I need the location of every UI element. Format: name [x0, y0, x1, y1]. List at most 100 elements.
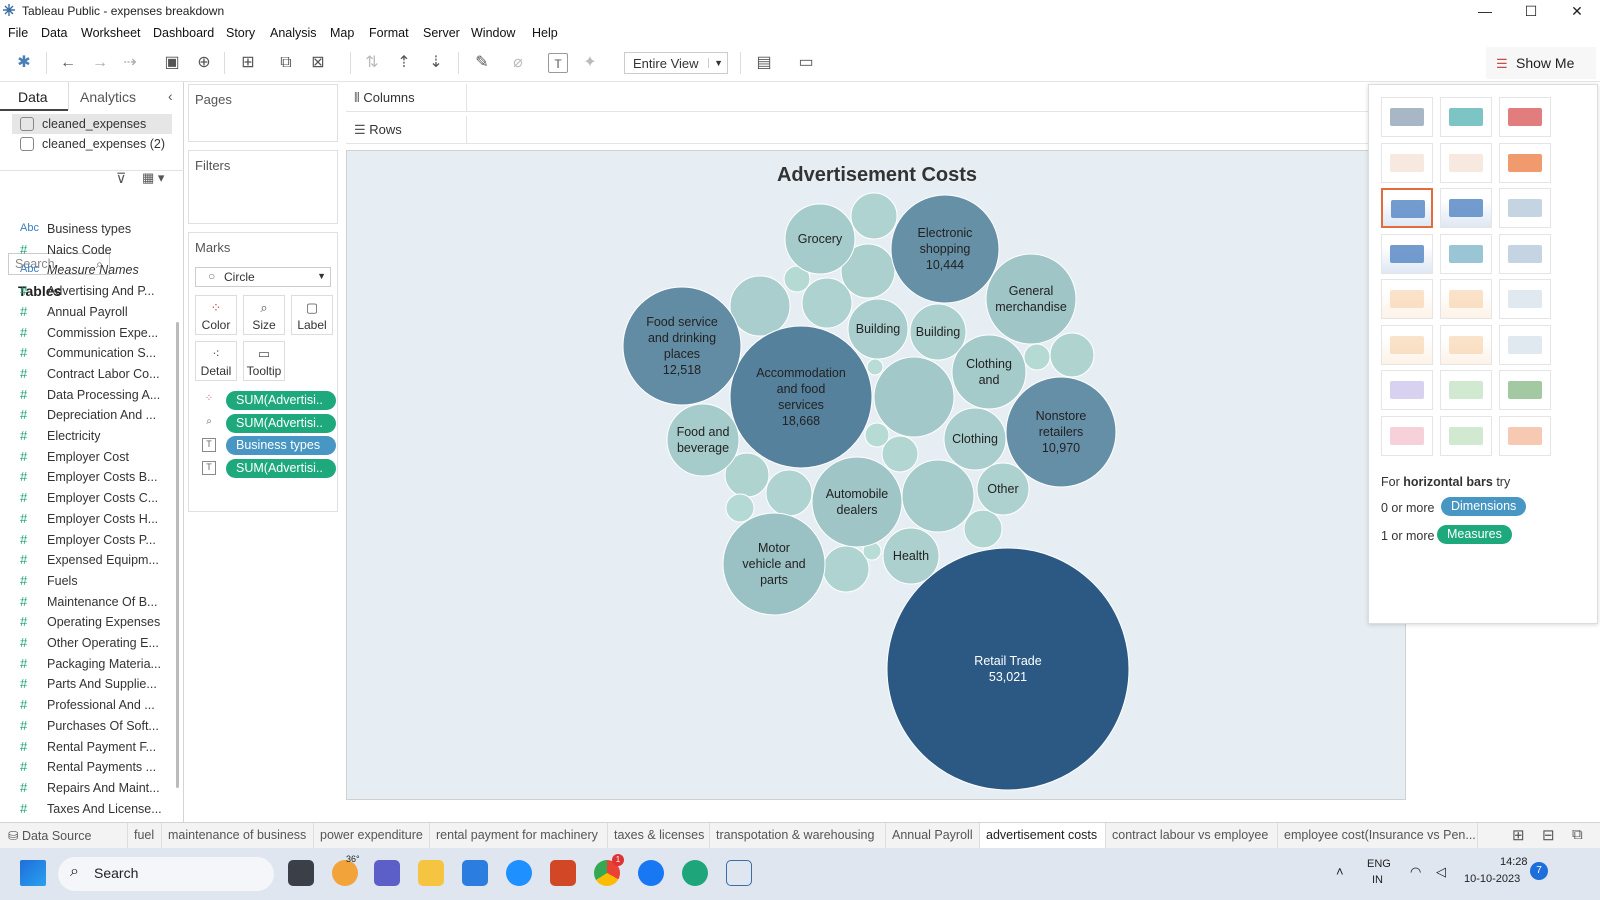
redo-icon[interactable]: → — [90, 53, 110, 73]
bubble-mark[interactable] — [666, 403, 740, 477]
bubble-mark[interactable] — [886, 547, 1130, 791]
menu-map[interactable]: Map — [330, 26, 354, 40]
bubble-mark[interactable] — [822, 545, 870, 593]
bubble-mark[interactable] — [866, 358, 884, 376]
chart-type-option[interactable] — [1440, 233, 1492, 274]
chart-type-option[interactable] — [1381, 142, 1433, 183]
field-item[interactable]: # Communication S... — [14, 344, 164, 364]
chart-type-option[interactable] — [1381, 279, 1433, 319]
powerpoint-icon[interactable] — [550, 860, 576, 886]
pin-icon[interactable]: ✦ — [580, 53, 600, 73]
sheet-tab[interactable]: employee cost(Insurance vs Pen... — [1278, 823, 1478, 848]
field-item[interactable]: # Contract Labor Co... — [14, 365, 164, 385]
new-story-icon[interactable]: ⧉ — [1572, 826, 1583, 843]
mark-type-dropdown[interactable]: ○ Circle ▼ — [195, 267, 331, 287]
menu-data[interactable]: Data — [41, 26, 67, 40]
chart-type-option[interactable] — [1499, 279, 1551, 319]
chart-type-option[interactable] — [1381, 233, 1433, 274]
bubble-mark[interactable] — [901, 459, 975, 533]
bubble-mark[interactable] — [729, 325, 873, 469]
sheet-tab[interactable]: contract labour vs employee — [1106, 823, 1278, 848]
view-options-icon[interactable]: ▦ ▾ — [142, 170, 164, 186]
chart-type-option[interactable] — [1440, 279, 1492, 319]
field-item[interactable]: # Operating Expenses — [14, 613, 164, 633]
notification-badge[interactable]: 7 — [1530, 862, 1548, 880]
bubble-mark[interactable] — [850, 192, 898, 240]
field-item[interactable]: # Rental Payments ... — [14, 758, 164, 778]
chart-type-option[interactable] — [1499, 233, 1551, 274]
bubble-mark[interactable] — [622, 286, 742, 406]
field-item[interactable]: # Employer Costs P... — [14, 531, 164, 551]
sheet-tab[interactable]: maintenance of business — [162, 823, 314, 848]
volume-icon[interactable]: ◁ — [1436, 864, 1446, 880]
chart-type-option[interactable] — [1499, 370, 1551, 410]
chart-type-option[interactable] — [1440, 188, 1492, 228]
bubble-mark[interactable] — [1049, 332, 1095, 378]
bubble-mark[interactable] — [801, 277, 853, 329]
marks-pill[interactable]: SUM(Advertisi.. — [226, 391, 336, 410]
chart-type-option[interactable] — [1381, 415, 1433, 456]
sheet-tab[interactable]: advertisement costs — [980, 823, 1106, 848]
chart-type-option[interactable] — [1381, 188, 1433, 228]
chart-type-option[interactable] — [1381, 97, 1433, 137]
sheet-tab[interactable]: Annual Payroll — [886, 823, 980, 848]
menu-format[interactable]: Format — [369, 26, 409, 40]
menu-story[interactable]: Story — [226, 26, 255, 40]
chart-type-option[interactable] — [1499, 324, 1551, 365]
facebook-icon[interactable] — [638, 860, 664, 886]
tab-data-source[interactable]: ⛁ Data Source — [0, 823, 128, 848]
bubble-mark[interactable] — [729, 275, 791, 337]
bubble-mark[interactable] — [873, 356, 955, 438]
chart-type-option[interactable] — [1381, 324, 1433, 365]
marks-detail-button[interactable]: ⁖ Detail — [195, 341, 237, 381]
sheet-tab[interactable]: transpotation & warehousing — [710, 823, 886, 848]
show-labels-icon[interactable]: T — [548, 53, 568, 73]
marks-tooltip-button[interactable]: ▭ Tooltip — [243, 341, 285, 381]
new-worksheet-icon[interactable]: ⊞ — [1512, 826, 1525, 844]
bubble-mark[interactable] — [985, 253, 1077, 345]
menu-analysis[interactable]: Analysis — [270, 26, 317, 40]
filter-icon[interactable]: ⊽ — [116, 170, 126, 187]
new-dashboard-icon[interactable]: ⊟ — [1542, 826, 1555, 844]
field-item[interactable]: # Repairs And Maint... — [14, 779, 164, 799]
marks-pill[interactable]: Business types — [226, 436, 336, 455]
sheet-tab[interactable]: fuel — [128, 823, 162, 848]
marks-pill[interactable]: SUM(Advertisi.. — [226, 413, 336, 433]
field-item[interactable]: # Data Processing A... — [14, 386, 164, 406]
bubble-mark[interactable] — [864, 422, 890, 448]
bubble-mark[interactable] — [1023, 343, 1051, 371]
field-item[interactable]: Abc Measure Names — [14, 261, 164, 281]
field-item[interactable]: Abc Business types — [14, 220, 164, 240]
chart-type-option[interactable] — [1440, 370, 1492, 410]
replay-icon[interactable]: ⇢ — [120, 53, 140, 73]
chevron-up-icon[interactable]: ˄ — [1336, 864, 1344, 879]
chart-type-option[interactable] — [1499, 97, 1551, 137]
close-button[interactable]: ✕ — [1554, 0, 1600, 22]
minimize-button[interactable]: — — [1462, 0, 1508, 22]
field-item[interactable]: # Advertising And P... — [14, 282, 164, 302]
chart-type-option[interactable] — [1440, 97, 1492, 137]
field-item[interactable]: # Employer Costs H... — [14, 510, 164, 530]
sheet-tab[interactable]: power expenditure — [314, 823, 430, 848]
sheet-tab[interactable]: taxes & licenses — [608, 823, 710, 848]
chart-type-option[interactable] — [1499, 415, 1551, 456]
bubble-mark[interactable] — [811, 456, 903, 548]
maximize-button[interactable]: ☐ — [1508, 0, 1554, 22]
store-icon[interactable] — [462, 860, 488, 886]
field-item[interactable]: # Annual Payroll — [14, 303, 164, 323]
bubble-chart[interactable]: Advertisement CostsRetail Trade 53,021Acc… — [347, 151, 1407, 801]
chart-type-option[interactable] — [1440, 324, 1492, 365]
tab-analytics[interactable]: Analytics — [80, 89, 136, 105]
field-item[interactable]: # Employer Cost — [14, 448, 164, 468]
save-icon[interactable]: ▣ — [162, 53, 182, 73]
collapse-pane-icon[interactable]: ‹ — [168, 88, 173, 104]
tableau-logo-icon[interactable]: ✱ — [14, 53, 34, 73]
taskbar-search[interactable]: ⌕ Search — [58, 857, 274, 891]
tableau-taskbar-icon[interactable] — [726, 860, 752, 886]
task-view-icon[interactable] — [288, 860, 314, 886]
datasource-item[interactable]: cleaned_expenses (2) — [12, 134, 172, 154]
sort-descending-icon[interactable]: ⇣ — [426, 53, 446, 73]
field-item[interactable]: # Other Operating E... — [14, 634, 164, 654]
chart-type-option[interactable] — [1440, 415, 1492, 456]
sheet-tab[interactable]: rental payment for machinery — [430, 823, 608, 848]
